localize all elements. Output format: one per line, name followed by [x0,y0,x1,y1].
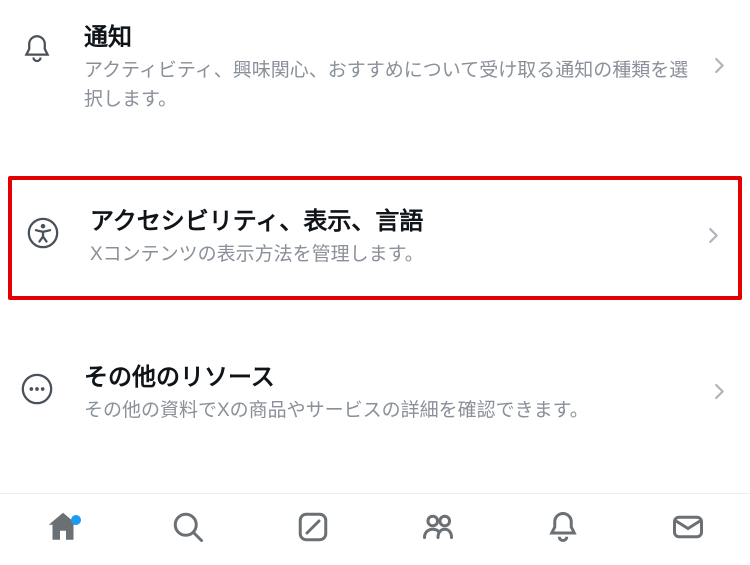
settings-item-accessibility-display-language[interactable]: アクセシビリティ、表示、言語 Xコンテンツの表示方法を管理します。 [8,176,742,300]
row-text: アクセシビリティ、表示、言語 Xコンテンツの表示方法を管理します。 [90,206,724,270]
bottom-nav [0,493,750,565]
nav-search[interactable] [125,509,250,550]
bell-icon [545,509,581,550]
settings-item-notifications[interactable]: 通知 アクティビティ、興味関心、おすすめについて受け取る通知の種類を選択します。 [0,0,750,136]
nav-messages[interactable] [625,509,750,550]
chevron-right-icon [708,55,730,82]
nav-notifications[interactable] [500,509,625,550]
nav-communities[interactable] [375,509,500,550]
bell-icon [20,32,54,66]
row-text: 通知 アクティビティ、興味関心、おすすめについて受け取る通知の種類を選択します。 [84,22,730,114]
nav-compose[interactable] [250,509,375,550]
envelope-icon [670,509,706,550]
row-description: アクティビティ、興味関心、おすすめについて受け取る通知の種類を選択します。 [84,57,690,114]
row-text: その他のリソース その他の資料でXの商品やサービスの詳細を確認できます。 [84,362,730,426]
compose-icon [295,509,331,550]
chevron-right-icon [702,225,724,252]
settings-list: 通知 アクティビティ、興味関心、おすすめについて受け取る通知の種類を選択します。… [0,0,750,448]
more-circle-icon [20,372,54,406]
row-description: Xコンテンツの表示方法を管理します。 [90,241,684,270]
row-title: その他のリソース [84,362,690,393]
accessibility-icon [26,216,60,250]
people-icon [420,509,456,550]
nav-home[interactable] [0,509,125,550]
row-title: 通知 [84,22,690,53]
settings-item-other-resources[interactable]: その他のリソース その他の資料でXの商品やサービスの詳細を確認できます。 [0,340,750,448]
row-description: その他の資料でXの商品やサービスの詳細を確認できます。 [84,397,690,426]
search-icon [170,509,206,550]
row-title: アクセシビリティ、表示、言語 [90,206,684,237]
chevron-right-icon [708,380,730,407]
notification-dot [71,515,81,525]
